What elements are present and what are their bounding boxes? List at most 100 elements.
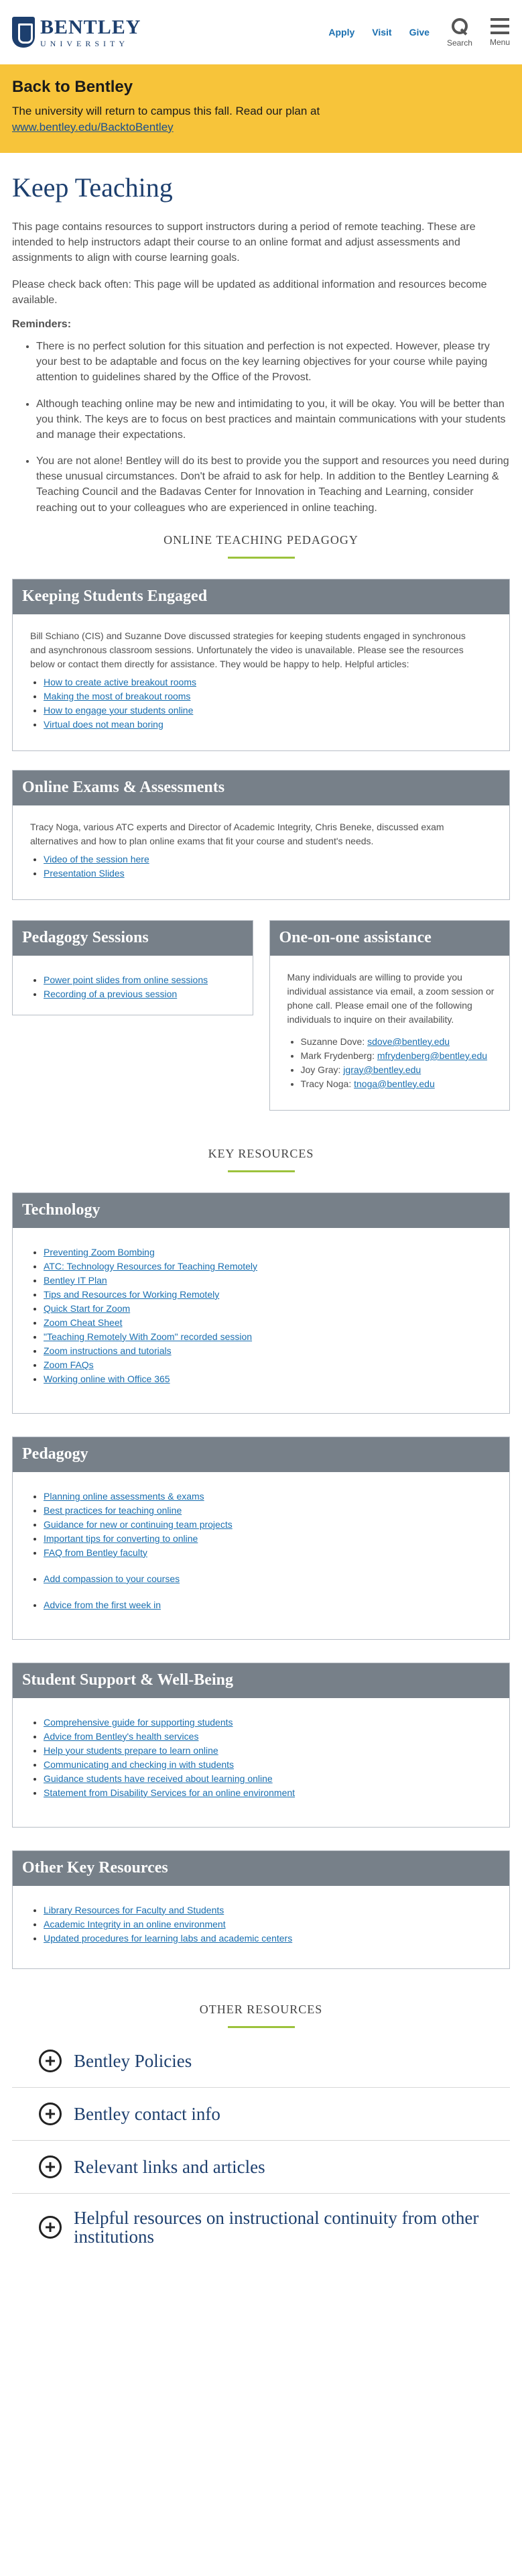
accordion-item-bentley-contact-info[interactable]: Bentley contact info [12, 2088, 510, 2141]
resource-link[interactable]: "Teaching Remotely With Zoom" recorded s… [44, 1331, 252, 1342]
accordion-label: Relevant links and articles [74, 2156, 265, 2177]
resource-link[interactable]: Guidance students have received about le… [44, 1773, 273, 1784]
resource-link[interactable]: Library Resources for Faculty and Studen… [44, 1905, 224, 1915]
email-link[interactable]: tnoga@bentley.edu [354, 1078, 435, 1089]
resource-link[interactable]: Communicating and checking in with stude… [44, 1759, 234, 1770]
one-on-one-assistance-card: One-on-one assistance Many individuals a… [269, 919, 510, 1111]
resource-link[interactable]: Best practices for teaching online [44, 1505, 182, 1516]
keeping-students-engaged-card: Keeping Students Engaged Bill Schiano (C… [12, 578, 510, 751]
menu-button[interactable]: Menu [489, 17, 510, 47]
card-title: Technology [13, 1192, 509, 1228]
resource-link[interactable]: Planning online assessments & exams [44, 1491, 204, 1502]
resource-link[interactable]: Advice from Bentley's health services [44, 1731, 198, 1742]
contact-item: Tracy Noga: tnoga@bentley.edu [301, 1077, 501, 1091]
card-title: Other Key Resources [13, 1850, 509, 1886]
resource-link[interactable]: Zoom FAQs [44, 1359, 94, 1370]
resource-link[interactable]: Bentley IT Plan [44, 1275, 107, 1286]
email-link[interactable]: jgray@bentley.edu [343, 1064, 421, 1075]
card-title: Keeping Students Engaged [13, 579, 509, 614]
plus-circle-icon [39, 2049, 62, 2072]
search-button[interactable]: Search [447, 17, 472, 48]
accordion-label: Bentley Policies [74, 2050, 192, 2071]
resource-link[interactable]: Preventing Zoom Bombing [44, 1247, 155, 1257]
technology-card: Technology Preventing Zoom Bombing ATC: … [12, 1192, 510, 1414]
resource-link[interactable]: Zoom Cheat Sheet [44, 1317, 123, 1328]
link-list: Power point slides from online sessions … [30, 973, 246, 1001]
resource-link[interactable]: Power point slides from online sessions [44, 974, 208, 985]
resource-link[interactable]: Academic Integrity in an online environm… [44, 1919, 226, 1929]
link-list: Comprehensive guide for supporting stude… [30, 1716, 482, 1800]
banner-title: Back to Bentley [12, 78, 133, 96]
page-title: Keep Teaching [12, 172, 173, 203]
list-item: There is no perfect solution for this si… [36, 339, 510, 386]
nav-give-link[interactable]: Give [409, 27, 430, 38]
intro-paragraph: Please check back often: This page will … [12, 278, 487, 306]
intro-paragraph: This page contains resources to support … [12, 221, 476, 264]
resource-link[interactable]: How to create active breakout rooms [44, 677, 196, 687]
accordion-item-relevant-links[interactable]: Relevant links and articles [12, 2141, 510, 2194]
resource-link[interactable]: Zoom instructions and tutorials [44, 1345, 172, 1356]
list-item: Although teaching online may be new and … [36, 396, 510, 443]
menu-label: Menu [489, 37, 510, 47]
section-heading: OTHER RESOURCES [199, 2002, 323, 2016]
email-link[interactable]: mfrydenberg@bentley.edu [377, 1050, 487, 1061]
card-title: Student Support & Well-Being [13, 1663, 509, 1698]
link-list: How to create active breakout rooms Maki… [30, 675, 482, 732]
bentley-logo[interactable]: BENTLEY UNIVERSITY [12, 17, 141, 48]
resource-link[interactable]: ATC: Technology Resources for Teaching R… [44, 1261, 257, 1272]
banner-text: The university will return to campus thi… [12, 105, 320, 133]
resource-link[interactable]: Guidance for new or continuing team proj… [44, 1519, 233, 1530]
accordion-item-bentley-policies[interactable]: Bentley Policies [12, 2035, 510, 2088]
card-text: Many individuals are willing to provide … [287, 971, 495, 1025]
resource-link[interactable]: Statement from Disability Services for a… [44, 1787, 295, 1798]
contact-item: Mark Frydenberg: mfrydenberg@bentley.edu [301, 1049, 501, 1063]
card-title: Online Exams & Assessments [13, 770, 509, 805]
resource-link[interactable]: Important tips for converting to online [44, 1533, 198, 1544]
resource-link[interactable]: Advice from the first week in [44, 1600, 161, 1610]
resource-link[interactable]: Virtual does not mean boring [44, 719, 164, 730]
reminders-list: There is no perfect solution for this si… [12, 339, 510, 516]
card-title: Pedagogy Sessions [13, 920, 253, 956]
resource-link[interactable]: Comprehensive guide for supporting stude… [44, 1717, 233, 1728]
intro: This page contains resources to support … [12, 219, 510, 308]
pedagogy-card: Pedagogy Planning online assessments & e… [12, 1436, 510, 1640]
resource-link[interactable]: Help your students prepare to learn onli… [44, 1745, 218, 1756]
link-list: Planning online assessments & exams Best… [30, 1490, 482, 1560]
logo-subtitle: UNIVERSITY [40, 38, 129, 48]
resource-link[interactable]: Updated procedures for learning labs and… [44, 1933, 292, 1944]
resource-link[interactable]: How to engage your students online [44, 705, 193, 716]
section-heading: ONLINE TEACHING PEDAGOGY [164, 533, 358, 547]
nav-apply-link[interactable]: Apply [328, 27, 354, 38]
accordion-item-helpful-resources[interactable]: Helpful resources on instructional conti… [12, 2194, 510, 2261]
resource-link[interactable]: Add compassion to your courses [44, 1573, 180, 1584]
site-header: BENTLEY UNIVERSITY Apply Visit Give Sear… [0, 0, 522, 64]
resource-link[interactable]: Presentation Slides [44, 868, 125, 879]
plus-circle-icon [39, 2216, 62, 2239]
contact-list: Suzanne Dove: sdove@bentley.edu Mark Fry… [287, 1035, 501, 1091]
card-text: Bill Schiano (CIS) and Suzanne Dove disc… [30, 630, 466, 669]
banner-link[interactable]: www.bentley.edu/BacktoBentley [12, 121, 174, 133]
hamburger-menu-icon [490, 17, 509, 34]
search-icon [451, 17, 468, 35]
resource-link[interactable]: Tips and Resources for Working Remotely [44, 1289, 219, 1300]
student-support-card: Student Support & Well-Being Comprehensi… [12, 1662, 510, 1828]
nav-visit-link[interactable]: Visit [372, 27, 391, 38]
card-text: Tracy Noga, various ATC experts and Dire… [30, 821, 444, 846]
accordion-label: Helpful resources on instructional conti… [74, 2207, 479, 2247]
link-list: Video of the session here Presentation S… [30, 852, 482, 881]
plus-circle-icon [39, 2102, 62, 2125]
contact-item: Joy Gray: jgray@bentley.edu [301, 1063, 501, 1077]
resource-link[interactable]: Working online with Office 365 [44, 1374, 170, 1384]
logo-wordmark: BENTLEY [40, 15, 141, 38]
accordion-label: Bentley contact info [74, 2103, 220, 2124]
email-link[interactable]: sdove@bentley.edu [367, 1036, 450, 1047]
other-key-resources-card: Other Key Resources Library Resources fo… [12, 1850, 510, 1969]
resource-link[interactable]: Recording of a previous session [44, 989, 177, 999]
divider [227, 2025, 295, 2028]
resource-link[interactable]: FAQ from Bentley faculty [44, 1547, 147, 1558]
card-title: One-on-one assistance [269, 920, 509, 956]
resource-link[interactable]: Video of the session here [44, 854, 149, 864]
resource-link[interactable]: Making the most of breakout rooms [44, 691, 190, 702]
link-list: Add compassion to your courses Advice fr… [30, 1572, 482, 1612]
resource-link[interactable]: Quick Start for Zoom [44, 1303, 130, 1314]
